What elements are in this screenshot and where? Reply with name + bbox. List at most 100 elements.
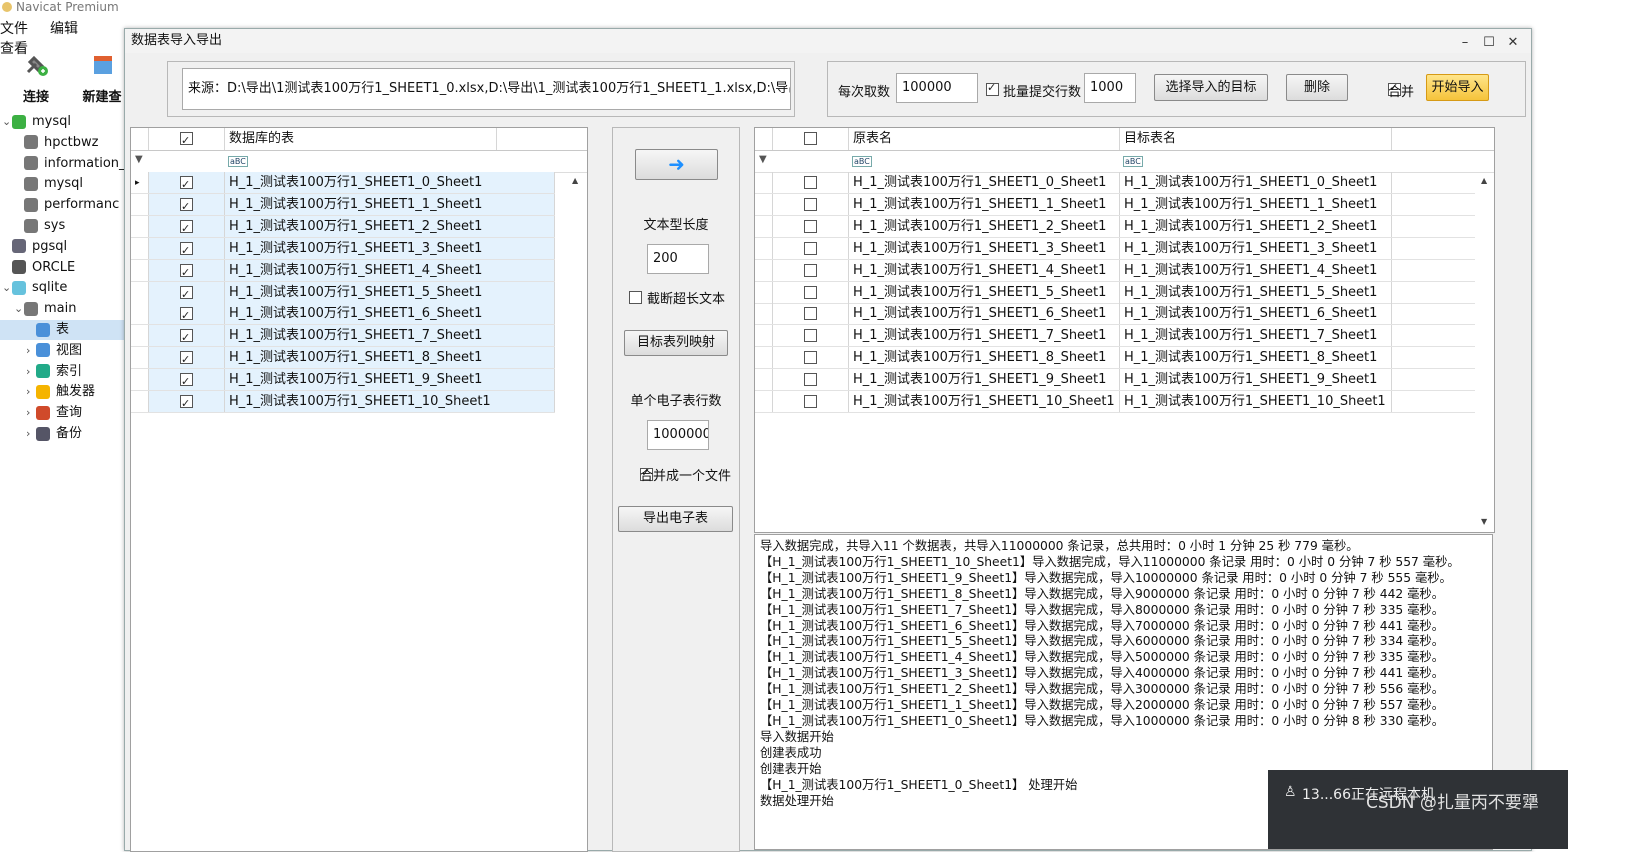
source-name-cell[interactable]: H_1_测试表100万行1_SHEET1_6_Sheet1 (849, 303, 1120, 325)
table-row[interactable]: H_1_测试表100万行1_SHEET1_1_Sheet1 (131, 193, 555, 216)
source-name-cell[interactable]: H_1_测试表100万行1_SHEET1_8_Sheet1 (849, 347, 1120, 369)
row-checkbox[interactable] (180, 174, 193, 193)
select-target-button[interactable]: 选择导入的目标 (1154, 74, 1268, 101)
mapping-row[interactable]: H_1_测试表100万行1_SHEET1_9_Sheet1 H_1_测试表100万… (755, 369, 1475, 392)
tree-item[interactable]: pgsql (0, 237, 125, 257)
row-checkbox[interactable] (180, 349, 193, 368)
row-checkbox[interactable] (804, 285, 817, 299)
mapping-row[interactable]: H_1_测试表100万行1_SHEET1_1_Sheet1 H_1_测试表100万… (755, 193, 1475, 216)
target-name-cell[interactable]: H_1_测试表100万行1_SHEET1_4_Sheet1 (1120, 259, 1392, 281)
tree-item[interactable]: hpctbwz (0, 133, 125, 153)
row-checkbox[interactable] (804, 307, 817, 321)
start-import-button[interactable]: 开始导入 (1426, 74, 1489, 101)
row-checkbox[interactable] (804, 373, 817, 387)
batch-input[interactable]: 1000 (1084, 73, 1136, 103)
batch-checkbox[interactable] (986, 81, 999, 96)
delete-button[interactable]: 删除 (1286, 74, 1348, 101)
select-all-mapping-checkbox[interactable] (804, 132, 817, 145)
tree-item[interactable]: information_ (0, 154, 126, 174)
table-row[interactable]: H_1_测试表100万行1_SHEET1_8_Sheet1 (131, 347, 555, 370)
target-name-cell[interactable]: H_1_测试表100万行1_SHEET1_10_Sheet1 (1120, 391, 1392, 412)
chevron-right-icon[interactable]: › (26, 403, 36, 423)
source-name-cell[interactable]: H_1_测试表100万行1_SHEET1_2_Sheet1 (849, 215, 1120, 237)
row-checkbox[interactable] (180, 371, 193, 390)
chevron-down-icon[interactable]: ⌄ (2, 278, 12, 298)
menu-file[interactable]: 文件 (0, 18, 28, 38)
row-checkbox[interactable] (180, 218, 193, 237)
row-checkbox[interactable] (804, 351, 817, 365)
table-row[interactable]: H_1_测试表100万行1_SHEET1_2_Sheet1 (131, 215, 555, 238)
mapping-row[interactable]: H_1_测试表100万行1_SHEET1_10_Sheet1 H_1_测试表100… (755, 391, 1475, 413)
mapping-row[interactable]: H_1_测试表100万行1_SHEET1_7_Sheet1 H_1_测试表100万… (755, 325, 1475, 348)
tree-item[interactable]: › 备份 (0, 424, 125, 444)
mapping-row[interactable]: H_1_测试表100万行1_SHEET1_8_Sheet1 H_1_测试表100万… (755, 347, 1475, 370)
row-checkbox[interactable] (180, 262, 193, 281)
target-name-cell[interactable]: H_1_测试表100万行1_SHEET1_1_Sheet1 (1120, 193, 1392, 215)
row-checkbox[interactable] (804, 395, 817, 408)
target-name-cell[interactable]: H_1_测试表100万行1_SHEET1_3_Sheet1 (1120, 237, 1392, 259)
tree-item[interactable]: ⌄ sqlite (0, 278, 125, 298)
select-all-checkbox[interactable] (180, 130, 193, 150)
source-name-cell[interactable]: H_1_测试表100万行1_SHEET1_10_Sheet1 (849, 391, 1120, 412)
truncate-checkbox[interactable] (629, 291, 642, 304)
source-name-cell[interactable]: H_1_测试表100万行1_SHEET1_9_Sheet1 (849, 369, 1120, 391)
row-checkbox[interactable] (804, 219, 817, 233)
per-fetch-input[interactable]: 100000 (896, 73, 978, 103)
table-row[interactable]: H_1_测试表100万行1_SHEET1_3_Sheet1 (131, 237, 555, 260)
mapping-row[interactable]: H_1_测试表100万行1_SHEET1_4_Sheet1 H_1_测试表100万… (755, 259, 1475, 282)
tree-item[interactable]: › 触发器 (0, 382, 125, 402)
mapping-row[interactable]: H_1_测试表100万行1_SHEET1_0_Sheet1 H_1_测试表100万… (755, 172, 1475, 194)
row-checkbox[interactable] (180, 284, 193, 303)
table-row[interactable]: ▸ H_1_测试表100万行1_SHEET1_0_Sheet1 (131, 172, 555, 194)
source-name-cell[interactable]: H_1_测试表100万行1_SHEET1_4_Sheet1 (849, 259, 1120, 281)
target-name-cell[interactable]: H_1_测试表100万行1_SHEET1_0_Sheet1 (1120, 172, 1392, 193)
tree-item[interactable]: › 视图 (0, 341, 125, 361)
connect-button[interactable]: 连接 (8, 50, 64, 105)
table-row[interactable]: H_1_测试表100万行1_SHEET1_7_Sheet1 (131, 325, 555, 348)
target-name-cell[interactable]: H_1_测试表100万行1_SHEET1_2_Sheet1 (1120, 215, 1392, 237)
new-query-button[interactable]: 新建查 (80, 50, 124, 105)
target-name-cell[interactable]: H_1_测试表100万行1_SHEET1_5_Sheet1 (1120, 281, 1392, 303)
chevron-down-icon[interactable]: ⌄ (14, 299, 24, 319)
tree-item[interactable]: › 索引 (0, 362, 125, 382)
source-name-cell[interactable]: H_1_测试表100万行1_SHEET1_1_Sheet1 (849, 193, 1120, 215)
source-name-cell[interactable]: H_1_测试表100万行1_SHEET1_3_Sheet1 (849, 237, 1120, 259)
filter-icon[interactable]: ▼ (135, 154, 143, 165)
chevron-right-icon[interactable]: › (26, 424, 36, 444)
source-name-cell[interactable]: H_1_测试表100万行1_SHEET1_5_Sheet1 (849, 281, 1120, 303)
tree-item[interactable]: sys (0, 216, 125, 236)
table-row[interactable]: H_1_测试表100万行1_SHEET1_9_Sheet1 (131, 369, 555, 392)
source-name-cell[interactable]: H_1_测试表100万行1_SHEET1_0_Sheet1 (849, 172, 1120, 193)
mapping-row[interactable]: H_1_测试表100万行1_SHEET1_3_Sheet1 H_1_测试表100万… (755, 237, 1475, 260)
target-name-cell[interactable]: H_1_测试表100万行1_SHEET1_7_Sheet1 (1120, 325, 1392, 347)
target-name-cell[interactable]: H_1_测试表100万行1_SHEET1_6_Sheet1 (1120, 303, 1392, 325)
move-right-button[interactable]: ➜ (635, 149, 718, 180)
minimize-icon[interactable]: – (1455, 31, 1475, 50)
table-row[interactable]: H_1_测试表100万行1_SHEET1_10_Sheet1 (131, 391, 555, 413)
row-checkbox[interactable] (804, 197, 817, 211)
table-row[interactable]: H_1_测试表100万行1_SHEET1_4_Sheet1 (131, 259, 555, 282)
tree-item[interactable]: › 查询 (0, 403, 125, 423)
scroll-down-icon[interactable]: ▼ (1481, 517, 1487, 526)
tree-item[interactable]: 表 (0, 320, 125, 340)
rows-per-sheet-input[interactable]: 1000000 (647, 420, 709, 450)
mapping-row[interactable]: H_1_测试表100万行1_SHEET1_2_Sheet1 H_1_测试表100万… (755, 215, 1475, 238)
column-mapping-button[interactable]: 目标表列映射 (624, 330, 728, 356)
row-checkbox[interactable] (180, 240, 193, 259)
row-checkbox[interactable] (180, 305, 193, 324)
row-checkbox[interactable] (804, 329, 817, 343)
row-checkbox[interactable] (804, 176, 817, 189)
target-name-cell[interactable]: H_1_测试表100万行1_SHEET1_9_Sheet1 (1120, 369, 1392, 391)
tree-item[interactable]: mysql (0, 174, 125, 194)
tree-item[interactable]: ORCLE (0, 258, 125, 278)
tree-item[interactable]: ⌄ mysql (0, 112, 125, 132)
tree-item[interactable]: performanc (0, 195, 125, 215)
filter-icon[interactable]: ▼ (759, 154, 767, 165)
chevron-right-icon[interactable]: › (26, 382, 36, 402)
row-checkbox[interactable] (804, 263, 817, 277)
close-icon[interactable]: ✕ (1503, 31, 1523, 50)
scroll-up-icon[interactable]: ▲ (1481, 176, 1487, 185)
row-checkbox[interactable] (180, 393, 193, 412)
row-checkbox[interactable] (804, 241, 817, 255)
export-spreadsheet-button[interactable]: 导出电子表 (618, 506, 733, 532)
